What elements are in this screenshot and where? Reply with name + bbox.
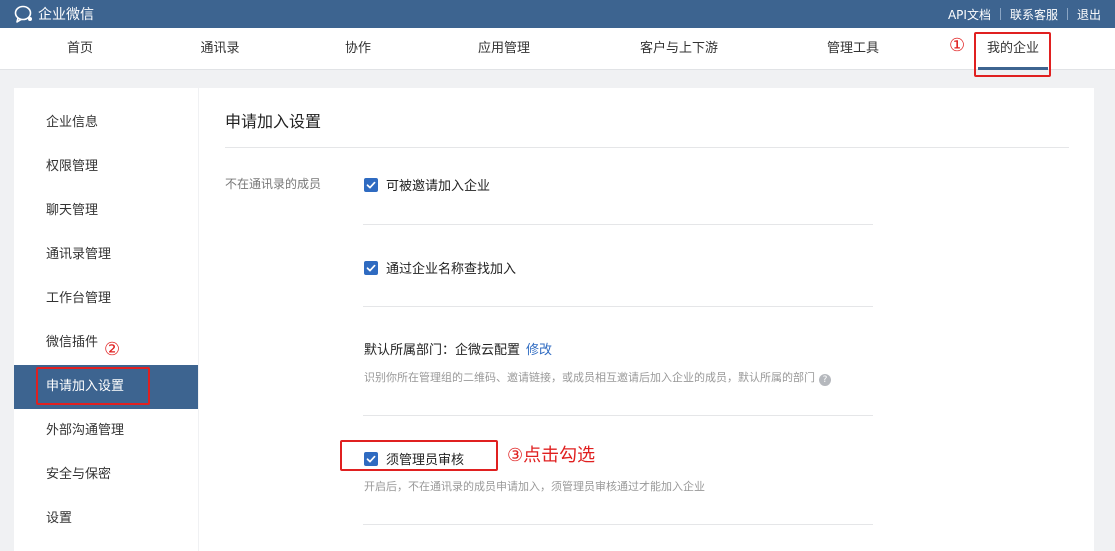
default-department: 默认所属部门：企微云配置 修改 [364,339,552,358]
annotation-step1: ① [949,35,966,56]
search-join-label: 通过企业名称查找加入 [386,262,517,277]
invite-join-checkbox[interactable] [364,177,378,192]
top-bar: 企业微信 API文档 联系客服 退出 [0,0,1115,28]
admin-review-help-text: 开启后，不在通讯录的成员申请加入，须管理员审核通过才能加入企业 [364,480,705,493]
api-docs-link[interactable]: API文档 [948,6,991,23]
invite-join-option[interactable]: 可被邀请加入企业 [364,175,490,194]
department-help-label: 识别你所在管理组的二维码、邀请链接，或成员相互邀请后加入企业的成员，默认所属的部… [364,371,815,384]
sidebar-item-contacts-management[interactable]: 通讯录管理 [14,233,198,277]
top-link-divider [999,8,1001,20]
non-contact-members-label: 不在通讯录的成员 [225,177,322,191]
settings-sidebar: 企业信息 权限管理 聊天管理 通讯录管理 工作台管理 微信插件 申请加入设置 外… [14,88,198,551]
page-title: 申请加入设置 [225,112,322,131]
app-logo[interactable]: 企业微信 [14,4,94,24]
invite-join-label: 可被邀请加入企业 [386,179,491,194]
nav-customers[interactable]: 客户与上下游 [631,28,727,70]
main-content: 申请加入设置 不在通讯录的成员 可被邀请加入企业 通过企业名称查找加入 默认所属… [199,88,1094,551]
section-divider [363,306,873,307]
search-join-option[interactable]: 通过企业名称查找加入 [364,258,516,277]
annotation-box-my-enterprise [974,32,1051,77]
sidebar-item-settings[interactable]: 设置 [14,497,198,541]
wecom-logo-icon [14,5,32,23]
main-nav: 首页 通讯录 协作 应用管理 客户与上下游 管理工具 我的企业 [0,28,1115,70]
sidebar-item-security[interactable]: 安全与保密 [14,453,198,497]
sidebar-item-workbench-management[interactable]: 工作台管理 [14,277,198,321]
section-divider [363,415,873,416]
nav-management-tools[interactable]: 管理工具 [819,28,887,70]
default-department-value: 企微云配置 [455,343,521,358]
check-icon [366,264,376,271]
top-link-divider [1066,8,1068,20]
sidebar-item-enterprise-info[interactable]: 企业信息 [14,101,198,145]
nav-home[interactable]: 首页 [60,28,100,70]
section-divider [363,224,873,225]
question-icon[interactable]: ? [819,374,831,386]
top-links: API文档 联系客服 退出 [948,0,1101,28]
modify-department-link[interactable]: 修改 [526,343,552,358]
search-join-checkbox[interactable] [364,260,378,275]
nav-app-management[interactable]: 应用管理 [470,28,538,70]
logout-link[interactable]: 退出 [1077,6,1101,23]
check-icon [366,181,376,188]
app-title: 企业微信 [38,7,94,23]
annotation-box-admin-review [340,440,498,471]
sidebar-item-chat-management[interactable]: 聊天管理 [14,189,198,233]
annotation-step2: ② [104,339,121,360]
sidebar-item-external-communication[interactable]: 外部沟通管理 [14,409,198,453]
contact-support-link[interactable]: 联系客服 [1010,6,1058,23]
department-help-text: 识别你所在管理组的二维码、邀请链接，或成员相互邀请后加入企业的成员，默认所属的部… [364,369,831,386]
title-divider [225,147,1069,148]
annotation-box-join-settings [36,367,150,405]
default-department-label: 默认所属部门： [364,343,456,358]
nav-contacts[interactable]: 通讯录 [193,28,247,70]
sidebar-item-permissions[interactable]: 权限管理 [14,145,198,189]
annotation-step3: ③点击勾选 [507,445,596,466]
nav-collaboration[interactable]: 协作 [338,28,378,70]
section-divider [363,524,873,525]
